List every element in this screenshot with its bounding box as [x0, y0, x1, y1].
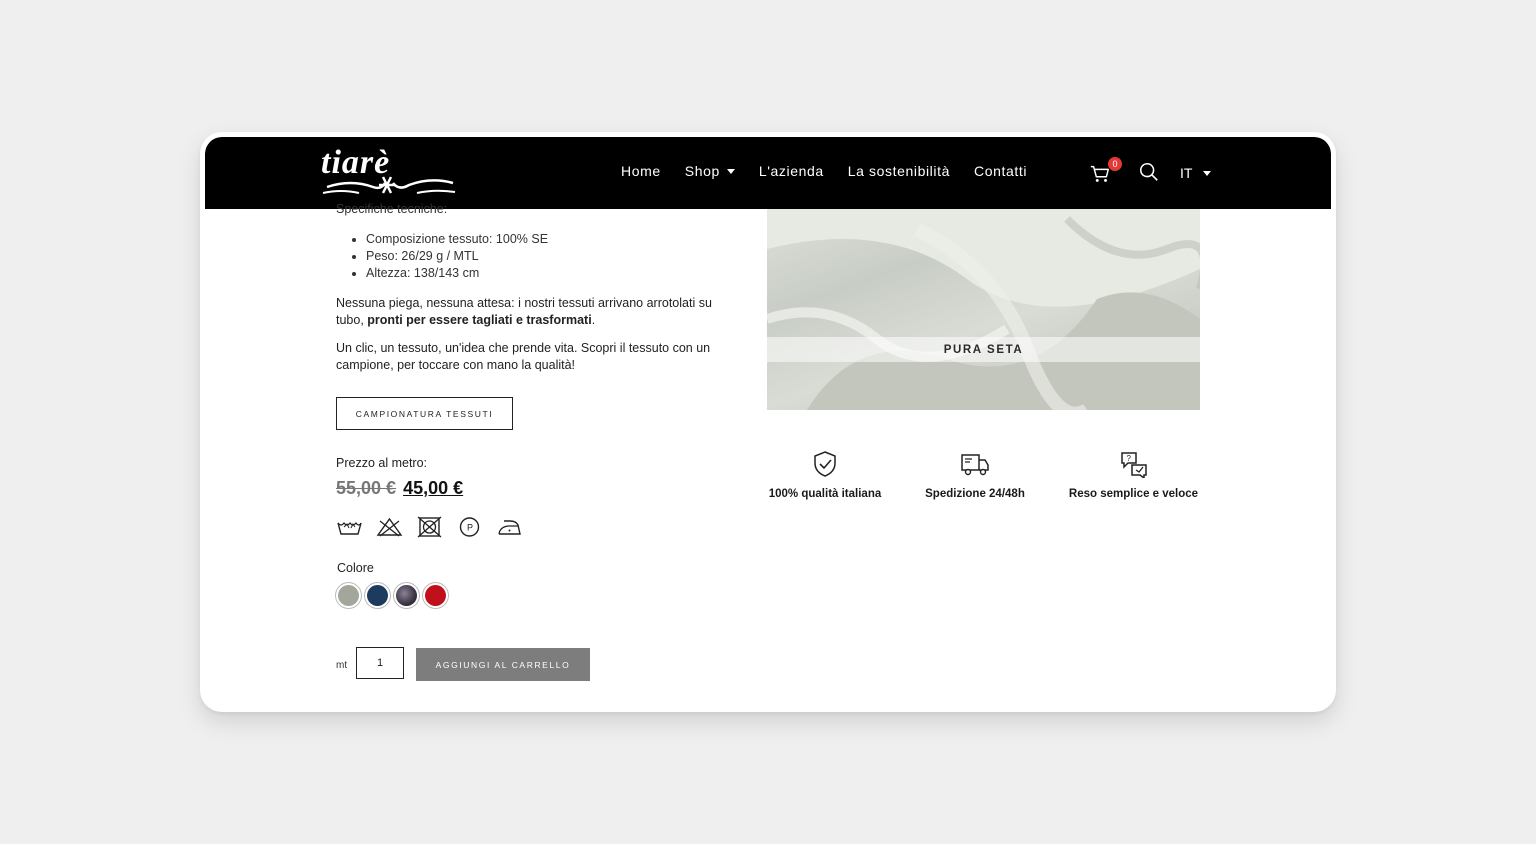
nav-contatti[interactable]: Contatti — [974, 163, 1027, 179]
color-swatch-fantasia-scura[interactable] — [396, 585, 417, 606]
feature-returns-label: Reso semplice e veloce — [1068, 488, 1199, 500]
no-tumble-dry-icon — [417, 516, 442, 538]
tiare-logo[interactable]: tiarè — [321, 143, 457, 199]
hero-caption: PURA SETA — [767, 337, 1200, 362]
hand-wash-icon — [337, 522, 362, 535]
old-price: 55,00 € — [336, 478, 397, 498]
color-swatch-rosso[interactable] — [425, 585, 446, 606]
price: 55,00 € 45,00 € — [336, 478, 463, 499]
return-chat-icon: ? — [1120, 452, 1147, 478]
nav-azienda[interactable]: L'azienda — [759, 163, 824, 179]
sample-request-button[interactable]: CAMPIONATURA TESSUTI — [336, 397, 513, 430]
browser-frame: tiarè Home Shop L'azienda La sostenibili… — [200, 132, 1336, 712]
add-to-cart-button[interactable]: AGGIUNGI AL CARRELLO — [416, 648, 590, 681]
svg-text:tiarè: tiarè — [321, 144, 390, 181]
search-icon[interactable] — [1138, 161, 1160, 183]
cart-button[interactable]: 0 — [1089, 157, 1122, 187]
sale-price: 45,00 € — [403, 478, 464, 498]
main-nav: Home Shop L'azienda La sostenibilità Con… — [621, 163, 1051, 179]
iron-low-icon — [498, 520, 521, 535]
spec-item: Altezza: 138/143 cm — [366, 265, 548, 282]
description-paragraph-2: Un clic, un tessuto, un'idea che prende … — [336, 341, 711, 372]
feature-shipping-label: Spedizione 24/48h — [925, 488, 1025, 500]
nav-home-label: Home — [621, 163, 661, 179]
language-selector[interactable]: IT — [1180, 165, 1212, 181]
spec-heading: Specifiche tecniche: — [336, 202, 448, 216]
nav-home[interactable]: Home — [621, 163, 661, 179]
product-image: PURA SETA — [767, 209, 1200, 410]
feature-shipping: Spedizione 24/48h — [921, 450, 1029, 500]
language-label: IT — [1180, 165, 1193, 181]
color-swatches — [338, 585, 454, 606]
site-header: tiarè Home Shop L'azienda La sostenibili… — [205, 137, 1331, 209]
price-label: Prezzo al metro: — [336, 456, 428, 470]
spec-item: Composizione tessuto: 100% SE — [366, 231, 548, 248]
feature-quality-label: 100% qualità italiana — [768, 488, 882, 500]
color-swatch-grigio-verde[interactable] — [338, 585, 359, 606]
quantity-input[interactable] — [356, 647, 404, 679]
svg-text:?: ? — [1126, 454, 1131, 463]
chevron-down-icon — [1203, 170, 1212, 176]
nav-sostenibilita[interactable]: La sostenibilità — [848, 163, 950, 179]
no-bleach-icon — [376, 517, 403, 537]
color-label: Colore — [337, 561, 374, 575]
nav-shop[interactable]: Shop — [685, 163, 735, 179]
silk-fabric-image — [767, 209, 1200, 410]
nav-sostenibilita-label: La sostenibilità — [847, 163, 950, 179]
feature-returns: ? Reso semplice e veloce — [1067, 450, 1200, 500]
care-instructions: P — [336, 516, 536, 538]
nav-contatti-label: Contatti — [973, 163, 1028, 179]
nav-shop-label: Shop — [684, 163, 720, 179]
description-bold: pronti per essere tagliati e trasformati — [367, 313, 592, 327]
cart-count-badge: 0 — [1108, 157, 1122, 171]
quantity-unit-label: mt — [336, 660, 348, 671]
spec-list: Composizione tessuto: 100% SE Peso: 26/2… — [336, 231, 548, 282]
color-swatch-blu[interactable] — [367, 585, 388, 606]
chevron-down-icon — [726, 169, 735, 174]
spec-item: Peso: 26/29 g / MTL — [366, 248, 548, 265]
dry-clean-p-icon: P — [459, 517, 480, 537]
feature-quality: 100% qualità italiana — [767, 450, 883, 500]
svg-text:P: P — [467, 523, 473, 533]
shield-check-icon — [814, 451, 836, 477]
delivery-truck-icon — [961, 454, 989, 476]
description-paragraph-1: Nessuna piega, nessuna attesa: i nostri … — [336, 295, 726, 329]
nav-azienda-label: L'azienda — [758, 163, 824, 179]
description-end: . — [591, 313, 596, 327]
